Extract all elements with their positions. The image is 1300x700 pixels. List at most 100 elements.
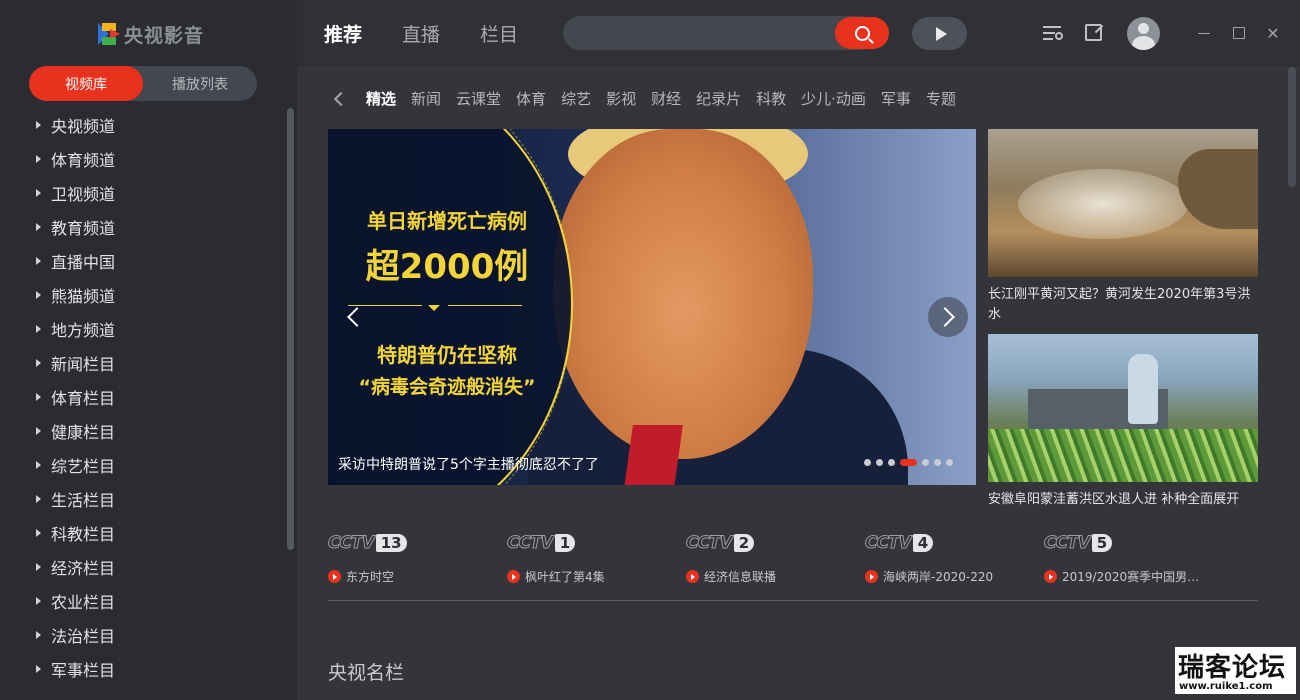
- channel-item[interactable]: CCTV 5 2019/2020赛季中国男…: [1044, 532, 1223, 585]
- sidebar-item[interactable]: 体育频道: [36, 142, 276, 176]
- category-tab[interactable]: 体育: [516, 88, 546, 109]
- side-item[interactable]: 安徽阜阳蒙洼蓄洪区水退人进 补种全面展开: [988, 334, 1258, 510]
- slide-dot[interactable]: [876, 459, 883, 466]
- channel-number: 2: [733, 534, 755, 552]
- banner-headline-3: 特朗普仍在坚称: [377, 343, 517, 367]
- slide-dot[interactable]: [934, 459, 941, 466]
- sidebar-scrollbar[interactable]: [287, 108, 294, 550]
- side-item-caption: 长江刚平黄河又起？黄河发生2020年第3号洪水: [988, 287, 1251, 322]
- close-icon[interactable]: ✕: [1262, 22, 1284, 44]
- channel-number: 4: [912, 534, 934, 552]
- side-item-thumbnail: [988, 334, 1258, 482]
- slide-indicators: [864, 459, 953, 466]
- play-icon: [935, 26, 947, 41]
- category-tab[interactable]: 军事: [881, 88, 911, 109]
- caret-right-icon: [36, 461, 41, 469]
- nav-live[interactable]: 直播: [402, 20, 440, 47]
- sidebar-item[interactable]: 综艺栏目: [36, 448, 276, 482]
- nav-columns[interactable]: 栏目: [480, 20, 518, 47]
- sidebar-item[interactable]: 健康栏目: [36, 414, 276, 448]
- caret-right-icon: [36, 257, 41, 265]
- category-tab[interactable]: 财经: [651, 88, 681, 109]
- next-slide-icon[interactable]: [928, 297, 968, 337]
- sidebar-item[interactable]: 央视频道: [36, 108, 276, 142]
- category-tab[interactable]: 纪录片: [696, 88, 741, 109]
- minimize-icon[interactable]: [1193, 22, 1215, 44]
- caret-right-icon: [36, 359, 41, 367]
- tab-playlist[interactable]: 播放列表: [143, 66, 257, 101]
- sidebar-item[interactable]: 卫视频道: [36, 176, 276, 210]
- caret-right-icon: [36, 427, 41, 435]
- category-tab[interactable]: 云课堂: [456, 88, 501, 109]
- slide-dot[interactable]: [864, 459, 871, 466]
- caret-right-icon: [36, 121, 41, 129]
- sidebar-item-label: 新闻栏目: [51, 355, 116, 374]
- top-nav: 推荐 直播 栏目: [324, 20, 518, 47]
- caret-right-icon: [36, 563, 41, 571]
- tab-video-library[interactable]: 视频库: [29, 66, 143, 101]
- sidebar-item-label: 生活栏目: [51, 491, 116, 510]
- channel-item[interactable]: CCTV 1 枫叶红了第4集: [507, 532, 686, 585]
- play-button[interactable]: [912, 17, 967, 50]
- search-input[interactable]: [563, 16, 877, 50]
- cctv-logo-text: CCTV: [1044, 533, 1092, 554]
- channel-logo: CCTV 5: [1044, 532, 1223, 554]
- slide-dot[interactable]: [900, 459, 917, 466]
- sidebar-item[interactable]: 军事栏目: [36, 652, 276, 686]
- channel-number: 13: [375, 534, 407, 552]
- channel-logo: CCTV 2: [686, 532, 865, 554]
- sidebar-item[interactable]: 直播中国: [36, 244, 276, 278]
- channel-item[interactable]: CCTV 4 海峡两岸-2020-220: [865, 532, 1044, 585]
- search-icon: [854, 25, 870, 41]
- main-panel: 推荐 直播 栏目 ✕ 精选 新闻 云课堂 体育 综艺 影视 财经 纪录片 科教 少儿·动画 军事 专题…: [297, 0, 1300, 700]
- caret-right-icon: [36, 529, 41, 537]
- prev-slide-icon[interactable]: [334, 297, 374, 337]
- sidebar-item[interactable]: 新闻栏目: [36, 346, 276, 380]
- category-tab[interactable]: 新闻: [411, 88, 441, 109]
- sidebar-item[interactable]: 法治栏目: [36, 618, 276, 652]
- chevron-left-icon[interactable]: [333, 91, 349, 106]
- sidebar-item[interactable]: 熊猫频道: [36, 278, 276, 312]
- avatar[interactable]: [1127, 17, 1160, 50]
- search-button[interactable]: [835, 17, 889, 49]
- main-scrollbar[interactable]: [1288, 67, 1296, 187]
- category-tab[interactable]: 综艺: [561, 88, 591, 109]
- slide-dot[interactable]: [888, 459, 895, 466]
- edit-icon[interactable]: [1085, 24, 1102, 41]
- sidebar-item[interactable]: 教育频道: [36, 210, 276, 244]
- sidebar-item[interactable]: 体育栏目: [36, 380, 276, 414]
- channel-row: CCTV 13 东方时空 CCTV 1 枫叶红了第4集 CCTV 2 经济信息联播 CCTV 4 海峡…: [328, 532, 1258, 585]
- slide-dot[interactable]: [922, 459, 929, 466]
- category-tab[interactable]: 影视: [606, 88, 636, 109]
- sidebar-item-label: 央视频道: [51, 117, 116, 136]
- category-tab[interactable]: 科教: [756, 88, 786, 109]
- channel-program: 海峡两岸-2020-220: [883, 570, 994, 584]
- sidebar-item[interactable]: 生活栏目: [36, 482, 276, 516]
- watermark: 瑞客论坛 www.ruike1.com: [1175, 647, 1296, 694]
- sidebar-item[interactable]: 科教栏目: [36, 516, 276, 550]
- side-item[interactable]: 长江刚平黄河又起？黄河发生2020年第3号洪水: [988, 129, 1258, 325]
- channel-logo: CCTV 1: [507, 532, 686, 554]
- nav-recommend[interactable]: 推荐: [324, 20, 362, 47]
- category-tab[interactable]: 少儿·动画: [801, 88, 866, 109]
- maximize-icon[interactable]: [1228, 22, 1250, 44]
- category-tab[interactable]: 专题: [926, 88, 956, 109]
- sidebar-item-label: 体育频道: [51, 151, 116, 170]
- channel-item[interactable]: CCTV 2 经济信息联播: [686, 532, 865, 585]
- caret-right-icon: [36, 189, 41, 197]
- channel-item[interactable]: CCTV 13 东方时空: [328, 532, 507, 585]
- hero-banner[interactable]: 单日新增死亡病例 超2000例 特朗普仍在坚称 “病毒会奇迹般消失” 采访中特朗…: [328, 129, 976, 485]
- sidebar-item[interactable]: 地方频道: [36, 312, 276, 346]
- channel-logo: CCTV 4: [865, 532, 1044, 554]
- play-circle-icon: [865, 570, 878, 583]
- sidebar-item-label: 综艺栏目: [51, 457, 116, 476]
- side-item-thumbnail: [988, 129, 1258, 277]
- slide-dot[interactable]: [946, 459, 953, 466]
- sidebar-item[interactable]: 经济栏目: [36, 550, 276, 584]
- sidebar-item-label: 教育频道: [51, 219, 116, 238]
- history-icon[interactable]: [1043, 24, 1063, 42]
- category-tab[interactable]: 精选: [366, 88, 396, 109]
- sidebar-item[interactable]: 农业栏目: [36, 584, 276, 618]
- sidebar-item-label: 直播中国: [51, 253, 116, 272]
- play-circle-icon: [507, 570, 520, 583]
